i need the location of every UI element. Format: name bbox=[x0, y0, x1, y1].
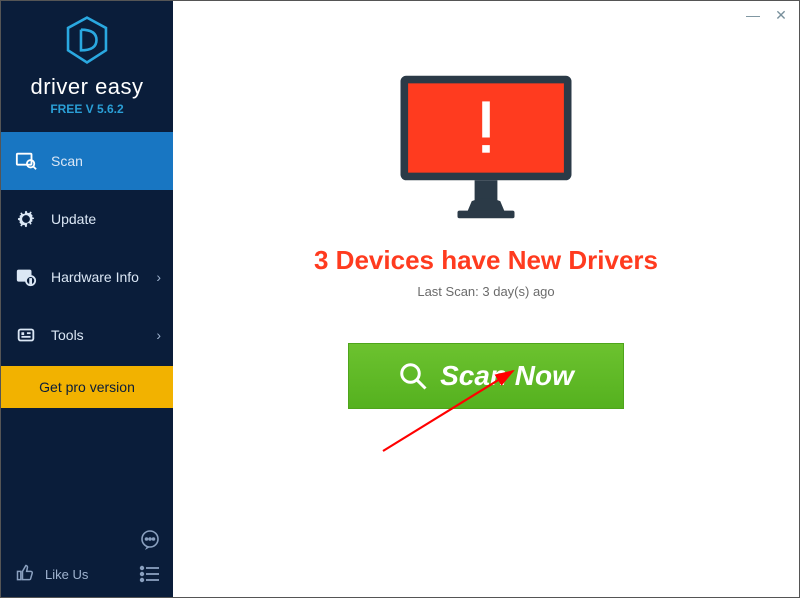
nav-hardware-label: Hardware Info bbox=[51, 269, 139, 285]
nav-tools[interactable]: Tools › bbox=[1, 306, 173, 364]
status-headline: 3 Devices have New Drivers bbox=[314, 245, 658, 276]
scan-now-label: Scan Now bbox=[440, 360, 574, 392]
chevron-right-icon: › bbox=[156, 269, 161, 285]
app-logo-icon bbox=[65, 15, 109, 65]
svg-text:i: i bbox=[30, 278, 32, 285]
brand-block: driver easy FREE V 5.6.2 bbox=[1, 1, 173, 126]
nav: Scan Update i Hardware Info › bbox=[1, 132, 173, 364]
last-scan-text: Last Scan: 3 day(s) ago bbox=[417, 284, 554, 299]
sidebar: driver easy FREE V 5.6.2 Scan Update bbox=[1, 1, 173, 597]
get-pro-label: Get pro version bbox=[39, 379, 135, 395]
feedback-icon[interactable] bbox=[137, 527, 163, 553]
main-panel: 3 Devices have New Drivers Last Scan: 3 … bbox=[173, 1, 799, 597]
scan-icon bbox=[15, 150, 37, 172]
sidebar-bottom: Like Us bbox=[1, 519, 173, 597]
scan-now-button[interactable]: Scan Now bbox=[348, 343, 624, 409]
brand-name: driver easy bbox=[1, 74, 173, 100]
thumbs-up-icon[interactable] bbox=[15, 563, 35, 586]
monitor-alert-icon bbox=[391, 71, 581, 223]
nav-update-label: Update bbox=[51, 211, 96, 227]
nav-hardware[interactable]: i Hardware Info › bbox=[1, 248, 173, 306]
hardware-info-icon: i bbox=[15, 266, 37, 288]
nav-update[interactable]: Update bbox=[1, 190, 173, 248]
chevron-right-icon: › bbox=[156, 327, 161, 343]
update-gear-icon bbox=[15, 208, 37, 230]
close-button[interactable]: ✕ bbox=[773, 7, 789, 24]
like-us-label[interactable]: Like Us bbox=[45, 567, 88, 582]
search-icon bbox=[398, 361, 428, 391]
brand-version: FREE V 5.6.2 bbox=[1, 102, 173, 116]
nav-scan[interactable]: Scan bbox=[1, 132, 173, 190]
nav-tools-label: Tools bbox=[51, 327, 84, 343]
minimize-button[interactable]: — bbox=[745, 7, 761, 24]
get-pro-button[interactable]: Get pro version bbox=[1, 366, 173, 408]
menu-list-icon[interactable] bbox=[137, 561, 163, 587]
nav-scan-label: Scan bbox=[51, 153, 83, 169]
tools-icon bbox=[15, 324, 37, 346]
